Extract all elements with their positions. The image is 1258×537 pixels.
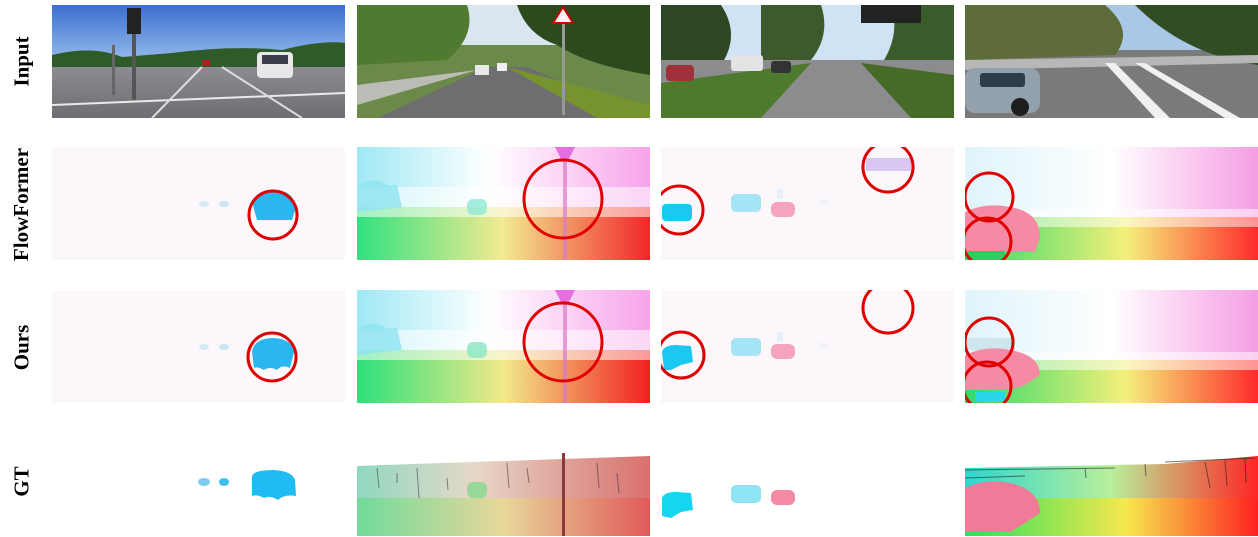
- row-label-flowformer-text: FlowFormer: [9, 147, 34, 262]
- ours-flow-2: [357, 290, 650, 403]
- row-label-input: Input: [0, 4, 44, 119]
- row-label-gt: GT: [0, 426, 44, 536]
- gt-flow-3: [661, 428, 954, 536]
- input-image-3: [661, 5, 954, 118]
- row-label-input-text: Input: [9, 36, 34, 87]
- gt-flow-4: [965, 428, 1258, 536]
- input-image-1: [52, 5, 345, 118]
- ours-flow-1: [52, 290, 345, 403]
- gt-flow-2: [357, 428, 650, 536]
- row-label-ours-text: Ours: [9, 324, 34, 371]
- ours-flow-3: [661, 290, 954, 403]
- row-label-ours: Ours: [0, 290, 44, 405]
- ours-flow-4: [965, 290, 1258, 403]
- row-label-gt-text: GT: [9, 465, 34, 497]
- row-label-flowformer: FlowFormer: [0, 147, 44, 262]
- input-image-2: [357, 5, 650, 118]
- flowformer-flow-1: [52, 147, 345, 260]
- gt-flow-1: [52, 428, 345, 536]
- flowformer-flow-3: [661, 147, 954, 260]
- input-image-4: [965, 5, 1258, 118]
- flowformer-flow-2: [357, 147, 650, 260]
- flowformer-flow-4: [965, 147, 1258, 260]
